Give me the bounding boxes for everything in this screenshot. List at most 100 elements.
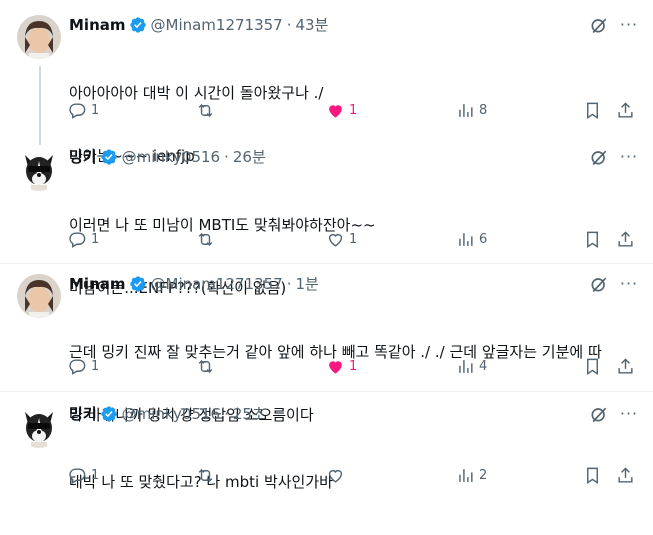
heart-icon <box>328 469 343 483</box>
like-button[interactable]: 1 <box>326 229 357 249</box>
user-handle[interactable]: @Minam1271357 <box>151 274 283 294</box>
reply-icon <box>69 358 86 375</box>
reply-count: 1 <box>91 102 100 118</box>
verified-badge-icon <box>100 149 117 165</box>
share-icon <box>618 466 633 483</box>
views-icon <box>459 232 473 246</box>
verified-badge-icon <box>100 406 117 422</box>
user-handle[interactable]: @Minam1271357 <box>151 15 283 35</box>
retweet-icon <box>198 103 213 117</box>
display-name[interactable]: 밍키 <box>69 404 97 424</box>
tweet-header: Minam @Minam1271357 · 1분 <box>69 274 319 294</box>
reply-button[interactable]: 1 <box>68 465 99 485</box>
views-icon <box>459 468 473 482</box>
retweet-button[interactable] <box>196 465 219 485</box>
views-button[interactable]: 2 <box>456 465 487 485</box>
like-count: 1 <box>349 231 358 247</box>
more-options-icon[interactable]: ··· <box>619 15 639 35</box>
share-icon <box>618 230 633 247</box>
action-bar: 1 1 6 <box>60 229 640 249</box>
portrait-avatar-icon <box>17 274 61 318</box>
retweet-button[interactable] <box>196 100 219 120</box>
like-button[interactable]: 1 <box>326 356 357 376</box>
views-count: 4 <box>479 358 488 374</box>
action-bar: 1 2 <box>60 465 640 485</box>
views-button[interactable]: 8 <box>456 100 487 120</box>
share-button[interactable] <box>616 465 635 485</box>
heart-filled-icon <box>329 360 342 374</box>
reply-button[interactable]: 1 <box>68 356 99 376</box>
retweet-icon <box>198 359 213 373</box>
display-name[interactable]: Minam <box>69 274 126 294</box>
reply-button[interactable]: 1 <box>68 100 99 120</box>
thread-line <box>39 135 41 145</box>
share-button[interactable] <box>616 229 635 249</box>
bookmark-icon <box>587 467 598 484</box>
reply-count: 1 <box>91 231 100 247</box>
reply-icon <box>69 467 86 484</box>
share-icon <box>618 101 633 118</box>
tweet-header: Minam @Minam1271357 · 43분 <box>69 15 328 35</box>
tweet-header: 밍키 @minky0516 · 26분 <box>69 147 266 167</box>
retweet-icon <box>198 468 213 482</box>
avatar[interactable] <box>17 147 61 191</box>
timestamp[interactable]: 26분 <box>233 147 266 167</box>
reply-icon <box>69 102 86 119</box>
views-count: 2 <box>479 467 488 483</box>
timestamp[interactable]: 43분 <box>296 15 329 35</box>
views-button[interactable]: 6 <box>456 229 487 249</box>
bookmark-button[interactable] <box>583 356 602 376</box>
bookmark-icon <box>587 231 598 248</box>
display-name[interactable]: Minam <box>69 15 126 35</box>
more-options-icon[interactable]: ··· <box>619 147 639 167</box>
dog-avatar-icon <box>17 147 61 191</box>
tweet-1[interactable]: Minam @Minam1271357 · 43분 ··· 아아아아아 대박 이… <box>0 0 653 165</box>
avatar[interactable] <box>17 404 61 448</box>
verified-badge-icon <box>129 276 146 292</box>
retweet-button[interactable] <box>196 356 219 376</box>
display-name[interactable]: 밍키 <box>69 147 97 167</box>
bookmark-button[interactable] <box>583 229 602 249</box>
avatar[interactable] <box>17 15 61 59</box>
tweet-header: 밍키 @minky0516 · 25초 <box>69 404 266 424</box>
retweet-button[interactable] <box>196 229 219 249</box>
grok-icon[interactable] <box>589 404 609 424</box>
reply-button[interactable]: 1 <box>68 229 99 249</box>
heart-filled-icon <box>329 104 342 118</box>
views-icon <box>459 359 473 373</box>
views-count: 6 <box>479 231 488 247</box>
more-options-icon[interactable]: ··· <box>619 404 639 424</box>
bookmark-icon <box>587 358 598 375</box>
grok-icon[interactable] <box>589 147 609 167</box>
separator-dot: · <box>224 148 229 166</box>
tweet-4[interactable]: 밍키 @minky0516 · 25초 ··· 대박 나 또 맞췄다고? 나 m… <box>0 392 653 497</box>
views-button[interactable]: 4 <box>456 356 487 376</box>
tweet-2[interactable]: 밍키 @minky0516 · 26분 ··· 이러면 나 또 미남이 MBTI… <box>0 135 653 297</box>
timestamp[interactable]: 1분 <box>296 274 319 294</box>
user-handle[interactable]: @minky0516 <box>122 147 221 167</box>
tweet-3[interactable]: Minam @Minam1271357 · 1분 ··· 근데 밍키 진짜 잘 … <box>0 264 653 424</box>
share-button[interactable] <box>616 100 635 120</box>
share-button[interactable] <box>616 356 635 376</box>
like-count: 1 <box>349 358 358 374</box>
retweet-icon <box>198 232 213 246</box>
timestamp[interactable]: 25초 <box>233 404 266 424</box>
reply-icon <box>69 231 86 248</box>
bookmark-button[interactable] <box>583 100 602 120</box>
more-options-icon[interactable]: ··· <box>619 274 639 294</box>
separator-dot: · <box>286 16 292 34</box>
bookmark-button[interactable] <box>583 465 602 485</box>
bookmark-icon <box>587 102 598 119</box>
reply-count: 1 <box>91 358 100 374</box>
grok-icon[interactable] <box>589 274 609 294</box>
avatar[interactable] <box>17 274 61 318</box>
grok-icon[interactable] <box>589 15 609 35</box>
views-icon <box>459 103 473 117</box>
views-count: 8 <box>479 102 488 118</box>
like-button[interactable]: 1 <box>326 100 357 120</box>
user-handle[interactable]: @minky0516 <box>122 404 221 424</box>
share-icon <box>618 357 633 374</box>
separator-dot: · <box>224 405 229 423</box>
action-bar: 1 1 8 <box>60 100 640 120</box>
like-button[interactable] <box>326 465 349 485</box>
